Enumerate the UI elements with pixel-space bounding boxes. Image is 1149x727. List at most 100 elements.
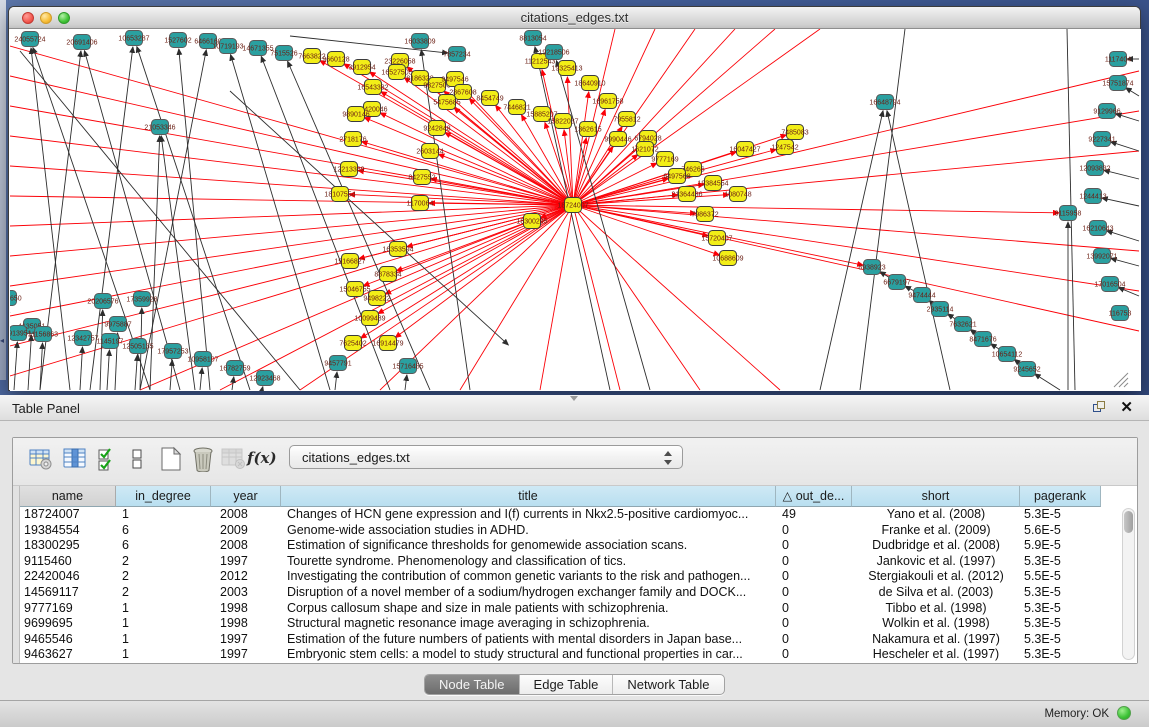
table-row[interactable]: 2242004622012Investigating the contribut… (20, 569, 1108, 585)
graph-edge[interactable] (140, 50, 206, 390)
cell: Structural magnetic resonance image aver… (281, 616, 776, 632)
column-header-out_de[interactable]: △ out_de... (776, 486, 852, 507)
column-header-name[interactable]: name (20, 486, 116, 507)
graph-edge[interactable] (573, 29, 820, 205)
delete-table-button[interactable] (221, 446, 247, 472)
collapse-left-arrow-icon[interactable]: ◂ (0, 336, 4, 345)
graph-edge[interactable] (230, 91, 508, 345)
column-header-year[interactable]: year (211, 486, 281, 507)
table-row[interactable]: 911546021997Tourette syndrome. Phenomeno… (20, 554, 1108, 570)
graph-edge[interactable] (80, 347, 82, 390)
graph-node-label: 1621072 (631, 147, 658, 154)
cell: 0 (776, 585, 852, 601)
graph-node-label: 8115958 (1055, 211, 1082, 218)
table-mode-button[interactable] (29, 446, 55, 472)
graph-node-label: 10653287 (118, 36, 149, 43)
close-panel-icon[interactable]: ✕ (1120, 398, 1133, 416)
graph-edge[interactable] (135, 355, 137, 390)
panel-splitter-grip[interactable] (570, 396, 578, 401)
graph-edge[interactable] (10, 205, 573, 226)
table-row[interactable]: 946362711997Embryonic stem cells: a mode… (20, 647, 1108, 663)
table-toolbar: f(x) citations_edges.txt (13, 438, 1137, 486)
graph-edge[interactable] (573, 205, 1139, 331)
cell: 5.3E-5 (1020, 616, 1101, 632)
graph-edge[interactable] (573, 205, 1059, 213)
cell: 2 (116, 569, 211, 585)
graph-edge[interactable] (335, 372, 337, 390)
graph-edge[interactable] (107, 350, 109, 390)
table-row[interactable]: 1456911722003Disruption of a novel membe… (20, 585, 1108, 601)
cell: 0 (776, 601, 852, 617)
tab-network-table[interactable]: Network Table (613, 675, 723, 694)
function-builder-button[interactable]: f(x) (247, 449, 277, 467)
cell: 1 (116, 647, 211, 663)
cell: 5.3E-5 (1020, 585, 1101, 601)
vertical-scrollbar[interactable] (1122, 508, 1135, 660)
graph-edge[interactable] (1102, 198, 1139, 206)
table-row[interactable]: 977716911998Corpus callosum shape and si… (20, 601, 1108, 617)
tab-node-table[interactable]: Node Table (425, 675, 520, 694)
graph-edge[interactable] (1118, 287, 1139, 296)
table-row[interactable]: 1938455462009Genome-wide association stu… (20, 523, 1108, 539)
column-select-button[interactable] (97, 446, 123, 472)
resize-grip-icon[interactable] (1119, 378, 1128, 387)
graph-edge[interactable] (405, 375, 407, 390)
table-row[interactable]: 1830029562008Estimation of significance … (20, 538, 1108, 554)
table-row[interactable]: 1872400712008Changes of HCN gene express… (20, 507, 1108, 523)
table-row[interactable]: 969969511998Structural magnetic resonanc… (20, 616, 1108, 632)
cytoscape-desktop: ◂ citations_edges.txt 187240077663822966… (0, 0, 1149, 727)
float-window-icon[interactable] (1093, 401, 1107, 415)
graph-node-label: 9497546 (441, 77, 468, 84)
graph-edge[interactable] (556, 61, 650, 390)
network-window-titlebar[interactable]: citations_edges.txt (9, 7, 1140, 29)
left-panel-edge[interactable]: ◂ (0, 0, 6, 380)
graph-node-label: 12505135 (122, 344, 153, 351)
network-canvas[interactable]: 1872400776638229660128391295416543382234… (10, 29, 1141, 391)
graph-node-label: 15751874 (1102, 81, 1133, 88)
graph-edge[interactable] (262, 387, 263, 390)
graph-edge[interactable] (10, 136, 573, 205)
graph-node-label: 12923468 (249, 376, 280, 383)
graph-node-label: 13992071 (1086, 254, 1117, 261)
graph-edge[interactable] (573, 29, 615, 205)
graph-edge[interactable] (573, 205, 620, 390)
graph-node-label: 18107554 (324, 192, 355, 199)
graph-node-label: 18300295 (516, 219, 547, 226)
graph-edge[interactable] (100, 310, 103, 390)
graph-edge[interactable] (1126, 88, 1139, 96)
new-column-button[interactable] (159, 446, 185, 472)
cell: Genome-wide association studies in ADHD. (281, 523, 776, 539)
graph-node-label: 3912954 (348, 65, 375, 72)
graph-edge[interactable] (573, 205, 700, 390)
graph-edge[interactable] (28, 335, 31, 390)
graph-edge[interactable] (200, 368, 202, 390)
delete-column-button[interactable] (191, 446, 217, 472)
column-header-in_degree[interactable]: in_degree (116, 486, 211, 507)
cell: 5.3E-5 (1020, 554, 1101, 570)
graph-edge[interactable] (20, 51, 300, 390)
graph-edge[interactable] (14, 342, 17, 390)
graph-node-label: 9777169 (651, 157, 678, 164)
column-header-pagerank[interactable]: pagerank (1020, 486, 1101, 507)
memory-ok-icon[interactable] (1117, 706, 1131, 720)
citation-graph[interactable]: 1872400776638229660128391295416543382234… (10, 29, 1141, 391)
resize-grip-icon[interactable] (1124, 383, 1128, 387)
graph-edge[interactable] (573, 205, 1139, 291)
column-visibility-button[interactable] (63, 446, 89, 472)
graph-edge[interactable] (220, 205, 573, 390)
tab-edge-table[interactable]: Edge Table (520, 675, 614, 694)
graph-edge[interactable] (1035, 374, 1060, 390)
graph-node-label: 9660128 (322, 57, 349, 64)
column-header-title[interactable]: title (281, 486, 776, 507)
scrollbar-thumb[interactable] (1124, 511, 1133, 533)
table-select[interactable]: citations_edges.txt (289, 445, 683, 469)
cell: 18724007 (20, 507, 116, 523)
cell: Estimation of the future numbers of pati… (281, 632, 776, 648)
table-row[interactable]: 946554611997Estimation of the future num… (20, 632, 1108, 648)
column-header-short[interactable]: short (852, 486, 1020, 507)
graph-edge[interactable] (170, 360, 172, 390)
table-panel-header: Table Panel ✕ (0, 395, 1149, 421)
graph-edge[interactable] (887, 111, 950, 390)
row-mode-button[interactable] (131, 446, 157, 472)
graph-node-label: 16210643 (1082, 226, 1113, 233)
